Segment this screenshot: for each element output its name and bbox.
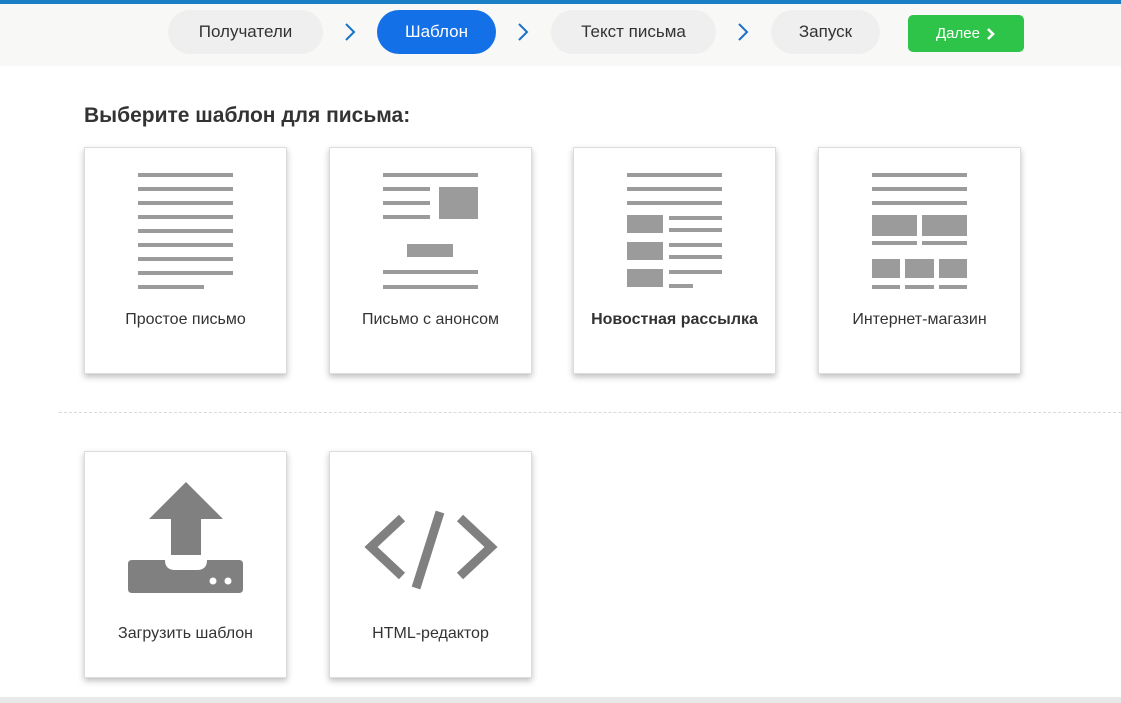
step-recipients[interactable]: Получатели <box>168 10 323 54</box>
step-launch[interactable]: Запуск <box>771 10 880 54</box>
template-card-online-store[interactable]: Интернет-магазин <box>818 147 1021 374</box>
announcement-letter-icon <box>383 173 478 289</box>
step-template[interactable]: Шаблон <box>377 10 496 54</box>
newsletter-icon <box>627 173 722 288</box>
page-title: Выберите шаблон для письма: <box>84 104 411 127</box>
template-label: Простое письмо <box>125 311 246 328</box>
wizard-header: Получатели Шаблон Текст письма Запуск Да… <box>0 4 1121 66</box>
template-label: Загрузить шаблон <box>118 625 253 642</box>
step-label: Запуск <box>798 22 853 41</box>
chevron-right-icon <box>738 23 749 41</box>
step-label: Текст письма <box>581 22 686 41</box>
html-editor-card[interactable]: HTML-редактор <box>329 451 532 678</box>
template-label: Письмо с анонсом <box>361 311 500 328</box>
chevron-right-icon <box>345 23 356 41</box>
plain-letter-icon <box>138 173 233 289</box>
template-label: Интернет-магазин <box>852 311 987 328</box>
next-button[interactable]: Далее <box>908 15 1024 52</box>
step-label: Получатели <box>198 22 293 41</box>
upload-template-card[interactable]: Загрузить шаблон <box>84 451 287 678</box>
template-card-newsletter[interactable]: Новостная рассылка <box>573 147 776 374</box>
template-label: HTML-редактор <box>372 625 489 642</box>
bottom-bar <box>0 697 1121 703</box>
chevron-right-icon <box>518 23 529 41</box>
step-label: Шаблон <box>405 22 468 41</box>
next-button-label: Далее <box>936 25 980 42</box>
template-label: Новостная рассылка <box>591 311 758 328</box>
section-divider <box>59 412 1121 413</box>
template-card-plain-letter[interactable]: Простое письмо <box>84 147 287 374</box>
template-card-announcement[interactable]: Письмо с анонсом <box>329 147 532 374</box>
step-letter-text[interactable]: Текст письма <box>551 10 716 54</box>
code-icon <box>364 510 498 590</box>
online-store-icon <box>872 173 967 289</box>
upload-icon <box>128 482 243 593</box>
chevron-right-icon <box>987 27 995 40</box>
